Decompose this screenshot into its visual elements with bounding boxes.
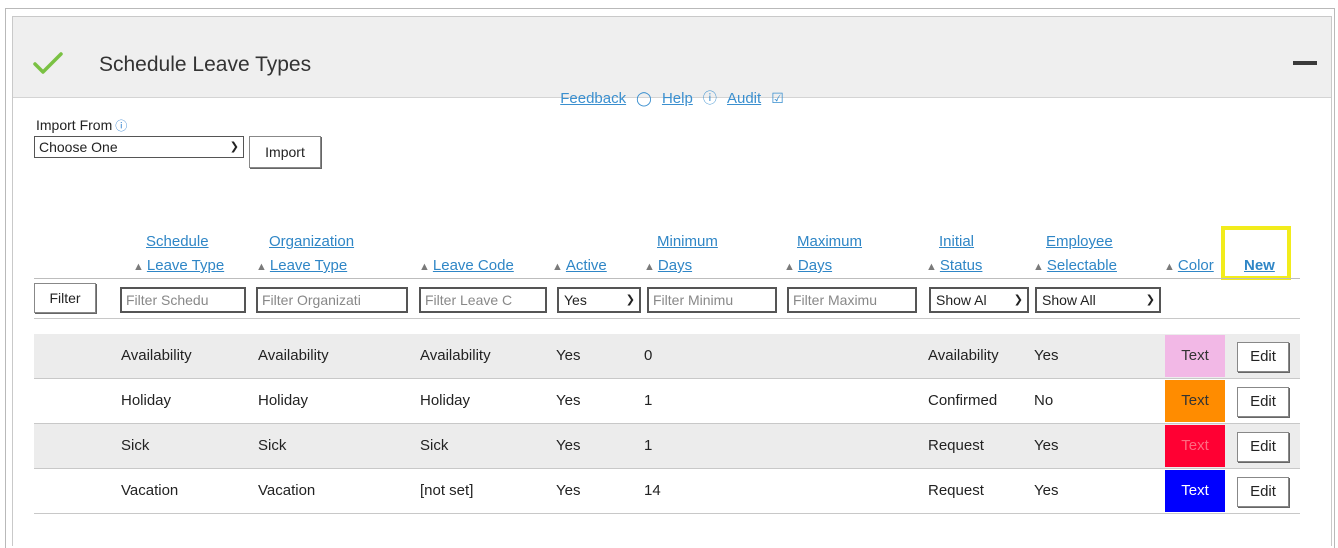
chevron-down-icon: ❯ bbox=[1013, 294, 1023, 306]
import-from-select[interactable]: Choose One ❯ bbox=[34, 136, 244, 158]
cell-schedule: Vacation bbox=[121, 482, 179, 499]
panel-header[interactable]: Schedule Leave Types bbox=[13, 17, 1331, 98]
cell-min: 14 bbox=[644, 482, 661, 499]
column-header-employee-selectable[interactable]: Employee ▲︎ Selectable bbox=[1033, 230, 1117, 279]
audit-link[interactable]: Audit bbox=[727, 90, 761, 107]
table-top-divider bbox=[34, 318, 1300, 319]
column-header-schedule-leave-type[interactable]: Schedule ▲︎ Leave Type bbox=[133, 230, 224, 279]
sort-icon: ▲︎ bbox=[256, 261, 267, 273]
info-icon[interactable]: ⓘ bbox=[115, 119, 127, 133]
sort-icon: ▲︎ bbox=[644, 261, 655, 273]
table-row: Sick Sick Sick Yes 1 Request Yes Text Edit bbox=[34, 424, 1300, 469]
cell-min: 0 bbox=[644, 347, 653, 364]
chevron-down-icon: ❯ bbox=[229, 141, 239, 153]
cell-active: Yes bbox=[556, 437, 581, 454]
edit-button[interactable]: Edit bbox=[1237, 342, 1289, 372]
column-header-organization-leave-type[interactable]: Organization ▲︎ Leave Type bbox=[256, 230, 354, 279]
column-header-leave-code[interactable]: ▲︎ Leave Code bbox=[419, 254, 514, 279]
clipboard-check-icon[interactable]: ☑ bbox=[771, 90, 784, 107]
color-swatch: Text bbox=[1165, 425, 1225, 467]
sort-icon: ▲︎ bbox=[926, 261, 937, 273]
table-row: Holiday Holiday Holiday Yes 1 Confirmed No Text… bbox=[34, 379, 1300, 424]
check-icon bbox=[33, 52, 63, 74]
import-from-label: Import From ⓘ bbox=[36, 117, 128, 133]
collapse-icon[interactable] bbox=[1293, 61, 1317, 65]
filter-schedule-input[interactable]: Filter Schedu bbox=[120, 287, 246, 313]
cell-organization: Holiday bbox=[258, 392, 309, 409]
cell-status: Availability bbox=[928, 347, 999, 364]
cell-schedule: Availability bbox=[121, 347, 192, 364]
table-row: Vacation Vacation [not set] Yes 14 Request Yes… bbox=[34, 469, 1300, 514]
cell-schedule: Sick bbox=[121, 437, 150, 454]
table-row: Availability Availability Availability Yes 0… bbox=[34, 334, 1300, 379]
sort-icon: ▲︎ bbox=[419, 261, 430, 273]
chevron-down-icon: ❯ bbox=[1145, 294, 1155, 306]
help-link[interactable]: Help bbox=[662, 90, 693, 107]
feedback-link[interactable]: Feedback bbox=[560, 90, 626, 107]
filter-organization-input[interactable]: Filter Organizati bbox=[256, 287, 408, 313]
column-header-maximum-days[interactable]: Maximum ▲︎ Days bbox=[784, 230, 862, 279]
column-header-color[interactable]: ▲︎ Color bbox=[1164, 254, 1214, 279]
cell-selectable: Yes bbox=[1034, 482, 1059, 499]
import-button[interactable]: Import bbox=[249, 136, 321, 168]
sort-icon: ▲︎ bbox=[552, 261, 563, 273]
sort-icon: ▲︎ bbox=[1164, 261, 1175, 273]
filter-active-select[interactable]: Yes ❯ bbox=[557, 287, 641, 313]
chevron-down-icon: ❯ bbox=[625, 294, 635, 306]
column-header-active[interactable]: ▲︎ Active bbox=[552, 254, 607, 279]
filter-leave-code-input[interactable]: Filter Leave C bbox=[419, 287, 547, 313]
cell-selectable: Yes bbox=[1034, 437, 1059, 454]
top-links: Feedback ◯ Help ⓘ Audit ☑ bbox=[0, 88, 1338, 108]
cell-status: Confirmed bbox=[928, 392, 998, 409]
help-icon[interactable]: ⓘ bbox=[703, 88, 717, 108]
panel-title: Schedule Leave Types bbox=[99, 53, 312, 76]
cell-status: Request bbox=[928, 437, 984, 454]
edit-button[interactable]: Edit bbox=[1237, 432, 1289, 462]
cell-organization: Vacation bbox=[258, 482, 316, 499]
cell-min: 1 bbox=[644, 392, 653, 409]
cell-code: [not set] bbox=[420, 482, 474, 499]
new-highlight-box bbox=[1221, 226, 1291, 280]
cell-organization: Sick bbox=[258, 437, 287, 454]
cell-selectable: Yes bbox=[1034, 347, 1059, 364]
cell-code: Sick bbox=[420, 437, 449, 454]
cell-organization: Availability bbox=[258, 347, 329, 364]
sort-icon: ▲︎ bbox=[1033, 261, 1044, 273]
cell-code: Availability bbox=[420, 347, 491, 364]
cell-status: Request bbox=[928, 482, 984, 499]
speech-bubble-icon[interactable]: ◯ bbox=[636, 90, 652, 107]
color-swatch: Text bbox=[1165, 470, 1225, 512]
cell-active: Yes bbox=[556, 392, 581, 409]
cell-min: 1 bbox=[644, 437, 653, 454]
filter-button[interactable]: Filter bbox=[34, 283, 96, 313]
edit-button[interactable]: Edit bbox=[1237, 387, 1289, 417]
cell-code: Holiday bbox=[420, 392, 471, 409]
sort-icon: ▲︎ bbox=[133, 261, 144, 273]
filter-maximum-input[interactable]: Filter Maximu bbox=[787, 287, 917, 313]
column-header-initial-status[interactable]: Initial ▲︎ Status bbox=[926, 230, 982, 279]
cell-active: Yes bbox=[556, 347, 581, 364]
cell-active: Yes bbox=[556, 482, 581, 499]
filter-minimum-input[interactable]: Filter Minimu bbox=[647, 287, 777, 313]
edit-button[interactable]: Edit bbox=[1237, 477, 1289, 507]
color-swatch: Text bbox=[1165, 335, 1225, 377]
cell-schedule: Holiday bbox=[121, 392, 172, 409]
filter-selectable-select[interactable]: Show All ❯ bbox=[1035, 287, 1161, 313]
column-header-minimum-days[interactable]: Minimum ▲︎ Days bbox=[644, 230, 718, 279]
cell-selectable: No bbox=[1034, 392, 1054, 409]
color-swatch: Text bbox=[1165, 380, 1225, 422]
sort-icon: ▲︎ bbox=[784, 261, 795, 273]
header-divider bbox=[34, 278, 1300, 279]
filter-status-select[interactable]: Show Al ❯ bbox=[929, 287, 1029, 313]
